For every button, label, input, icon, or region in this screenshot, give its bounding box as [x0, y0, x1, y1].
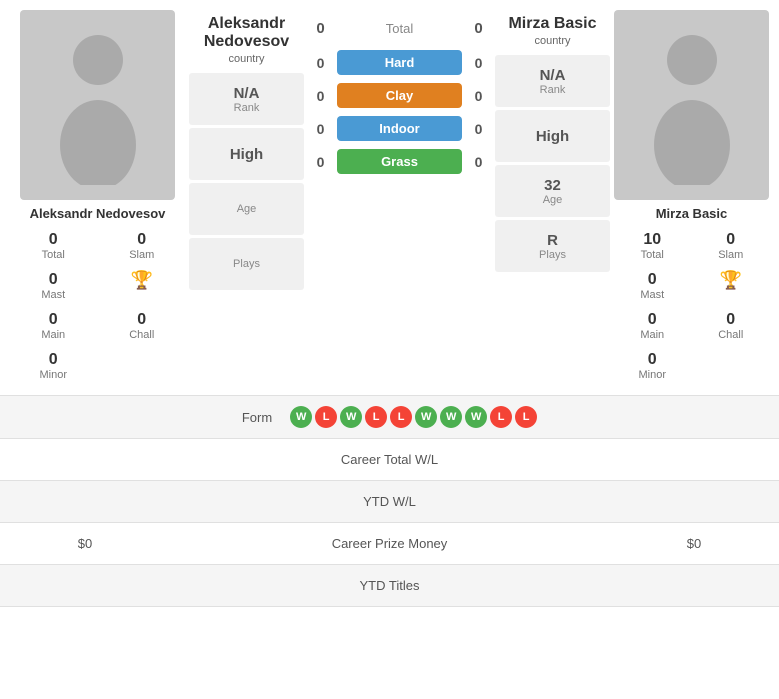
- right-stat-slam: 0 Slam: [693, 227, 770, 265]
- right-player-name: Mirza Basic: [656, 206, 728, 221]
- form-badge-w: W: [340, 406, 362, 428]
- surface-row-indoor: 0 Indoor 0: [308, 113, 491, 144]
- form-row: Form WLWLLWWWLL: [0, 396, 779, 439]
- left-name-large: AleksandrNedovesov: [189, 15, 304, 51]
- right-country: country: [495, 35, 610, 47]
- left-country: country: [189, 53, 304, 65]
- right-trophy-icon: 🏆: [693, 267, 770, 305]
- left-high-box: High: [189, 128, 304, 180]
- career-total-row: Career Total W/L: [0, 439, 779, 481]
- surface-row-grass: 0 Grass 0: [308, 146, 491, 177]
- left-title-block: AleksandrNedovesov country: [189, 10, 304, 70]
- career-prize-row: $0 Career Prize Money $0: [0, 523, 779, 565]
- form-badge-w: W: [415, 406, 437, 428]
- career-prize-label: Career Prize Money: [150, 536, 629, 551]
- left-player-name: Aleksandr Nedovesov: [30, 206, 166, 221]
- left-stat-chall: 0 Chall: [99, 307, 186, 345]
- left-info-panel: AleksandrNedovesov country N/A Rank High…: [189, 10, 304, 385]
- surface-hard-badge: Hard: [337, 50, 462, 75]
- right-stat-chall: 0 Chall: [693, 307, 770, 345]
- form-badge-w: W: [465, 406, 487, 428]
- form-badge-l: L: [365, 406, 387, 428]
- left-plays-box: Plays: [189, 238, 304, 290]
- right-player-avatar: [614, 10, 769, 200]
- surface-indoor-badge: Indoor: [337, 116, 462, 141]
- form-badge-l: L: [515, 406, 537, 428]
- form-badges: WLWLLWWWLL: [290, 406, 537, 428]
- right-stat-total: 10 Total: [614, 227, 691, 265]
- main-container: Aleksandr Nedovesov 0 Total 0 Slam 0 Mas…: [0, 0, 779, 607]
- form-badge-l: L: [390, 406, 412, 428]
- form-badge-l: L: [490, 406, 512, 428]
- form-badge-w: W: [440, 406, 462, 428]
- right-name-large: Mirza Basic: [495, 15, 610, 33]
- right-age-box: 32 Age: [495, 165, 610, 217]
- surface-row-clay: 0 Clay 0: [308, 80, 491, 111]
- right-plays-box: R Plays: [495, 220, 610, 272]
- surface-clay-badge: Clay: [337, 83, 462, 108]
- right-title-block: Mirza Basic country: [495, 10, 610, 52]
- court-total-label: Total: [337, 21, 462, 36]
- ytd-wl-row: YTD W/L: [0, 481, 779, 523]
- players-section: Aleksandr Nedovesov 0 Total 0 Slam 0 Mas…: [0, 0, 779, 385]
- form-badge-l: L: [315, 406, 337, 428]
- right-info-panel: Mirza Basic country N/A Rank High 32 Age…: [495, 10, 610, 385]
- right-stat-minor: 0 Minor: [614, 347, 691, 385]
- stats-rows: Form WLWLLWWWLL Career Total W/L YTD W/L…: [0, 395, 779, 607]
- right-high-box: High: [495, 110, 610, 162]
- left-stat-total: 0 Total: [10, 227, 97, 265]
- surface-row-hard: 0 Hard 0: [308, 47, 491, 78]
- left-player-avatar: [20, 10, 175, 200]
- right-rank-box: N/A Rank: [495, 55, 610, 107]
- left-age-box: Age: [189, 183, 304, 235]
- court-panel: 0 Total 0 0 Hard 0 0 Clay 0 0 Indoor 0 0: [308, 10, 491, 385]
- ytd-titles-row: YTD Titles: [0, 565, 779, 607]
- right-player-card: Mirza Basic 10 Total 0 Slam 0 Mast 🏆: [614, 10, 769, 385]
- left-stat-slam: 0 Slam: [99, 227, 186, 265]
- form-text-label: Form: [242, 410, 272, 425]
- right-stat-mast: 0 Mast: [614, 267, 691, 305]
- career-prize-left: $0: [20, 536, 150, 551]
- left-rank-box: N/A Rank: [189, 73, 304, 125]
- career-total-label: Career Total W/L: [150, 452, 629, 467]
- right-player-stats: 10 Total 0 Slam 0 Mast 🏆 0 Main: [614, 227, 769, 385]
- left-stat-minor: 0 Minor: [10, 347, 97, 385]
- left-trophy-icon: 🏆: [99, 267, 186, 305]
- surface-grass-badge: Grass: [337, 149, 462, 174]
- court-total-right: 0: [466, 20, 491, 37]
- form-label: Form WLWLLWWWLL: [150, 406, 629, 428]
- court-total-row: 0 Total 0: [308, 10, 491, 45]
- left-player-stats: 0 Total 0 Slam 0 Mast 🏆 0 Main: [10, 227, 185, 385]
- career-prize-right: $0: [629, 536, 759, 551]
- court-total-left: 0: [308, 20, 333, 37]
- left-stat-mast: 0 Mast: [10, 267, 97, 305]
- form-badge-w: W: [290, 406, 312, 428]
- ytd-wl-label: YTD W/L: [150, 494, 629, 509]
- ytd-titles-label: YTD Titles: [150, 578, 629, 593]
- left-player-card: Aleksandr Nedovesov 0 Total 0 Slam 0 Mas…: [10, 10, 185, 385]
